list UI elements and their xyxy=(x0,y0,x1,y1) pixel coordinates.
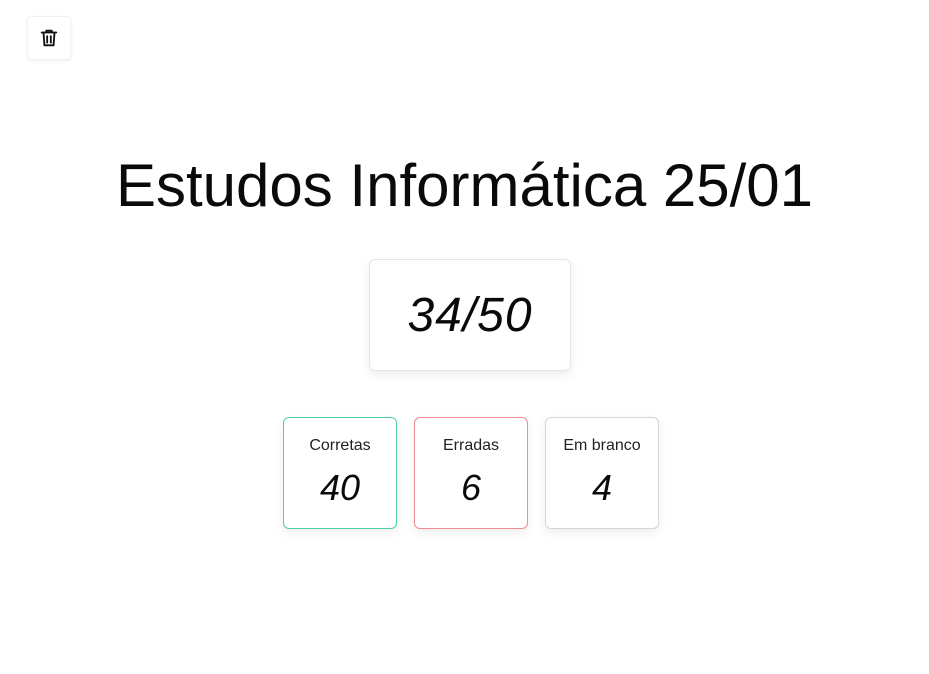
stat-card-wrong: Erradas 6 xyxy=(414,417,528,529)
stat-card-correct: Corretas 40 xyxy=(283,417,397,529)
stat-value-wrong: 6 xyxy=(460,467,482,508)
stat-value-correct: 40 xyxy=(319,467,361,508)
score-card: 34/50 xyxy=(369,259,571,371)
stat-value-blank: 4 xyxy=(591,467,613,508)
delete-button[interactable] xyxy=(27,16,71,60)
score-value: 34/50 xyxy=(407,288,533,342)
stat-card-blank: Em branco 4 xyxy=(545,417,659,529)
stat-label-wrong: Erradas xyxy=(442,437,500,454)
stat-label-blank: Em branco xyxy=(563,437,641,454)
stats-row: Corretas 40 Erradas 6 Em branco 4 xyxy=(283,417,659,529)
stat-label-correct: Corretas xyxy=(309,437,371,454)
trash-icon xyxy=(38,27,60,49)
page-title: Estudos Informática 25/01 xyxy=(115,152,814,219)
